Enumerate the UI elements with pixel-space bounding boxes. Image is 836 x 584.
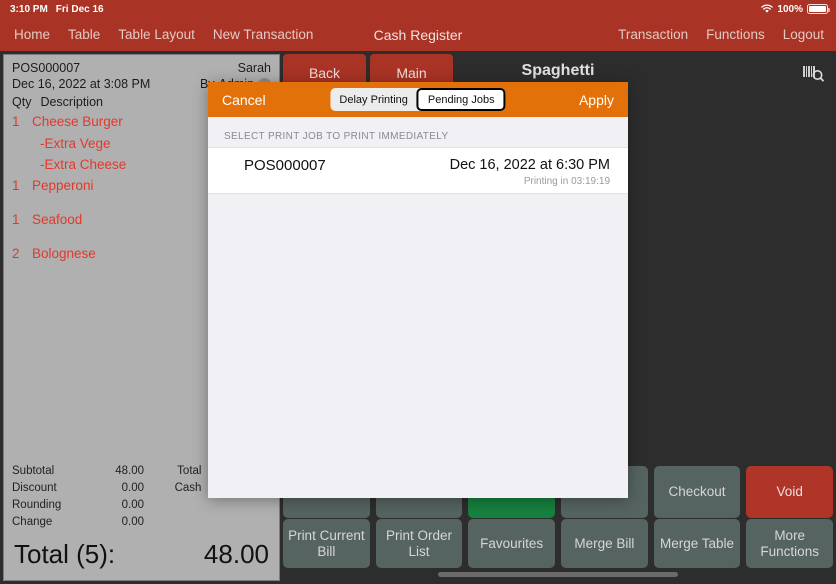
order-pos-id: POS000007 [12, 61, 81, 75]
item-qty: 1 [12, 212, 20, 227]
grand-total-value: 48.00 [203, 539, 269, 569]
modal-toolbar: Cancel Delay Printing Pending Jobs Apply [208, 82, 628, 117]
void-button[interactable]: Void [746, 466, 834, 518]
print-jobs-modal: Cancel Delay Printing Pending Jobs Apply… [208, 82, 628, 498]
item-qty: 1 [12, 178, 20, 193]
nav-table[interactable]: Table [68, 27, 100, 42]
print-order-list-button[interactable]: Print Order List [375, 519, 463, 568]
rounding-value: 0.00 [121, 499, 144, 511]
modal-empty-area [208, 194, 628, 498]
subtotal-value: 48.00 [115, 465, 144, 477]
battery-icon [807, 4, 830, 14]
cash-label: Cash [174, 482, 202, 494]
discount-value: 0.00 [121, 482, 144, 494]
status-bar-left: 3:10 PM Fri Dec 16 [10, 4, 104, 15]
segment-pending-jobs[interactable]: Pending Jobs [416, 88, 506, 111]
nav-right-group: Transaction Functions Logout [618, 27, 824, 42]
nav-table-layout[interactable]: Table Layout [118, 27, 195, 42]
order-datetime: Dec 16, 2022 at 3:08 PM [12, 77, 151, 91]
apply-button[interactable]: Apply [579, 92, 614, 108]
status-bar-right: 100% [761, 3, 830, 15]
favourites-button[interactable]: Favourites [468, 519, 556, 568]
nav-transaction[interactable]: Transaction [618, 27, 688, 42]
more-functions-button[interactable]: More Functions [746, 519, 834, 568]
app-root: 3:10 PM Fri Dec 16 100% Home Table Table… [0, 0, 836, 584]
print-job-datetime: Dec 16, 2022 at 6:30 PM [449, 157, 610, 173]
merge-table-button[interactable]: Merge Table [653, 519, 741, 568]
function-button-row-lower: Print Current Bill Print Order List Favo… [283, 519, 834, 568]
nav-left-group: Home Table Table Layout New Transaction [14, 27, 313, 42]
modal-section-header: SELECT PRINT JOB TO PRINT IMMEDIATELY [208, 117, 628, 147]
home-indicator [438, 572, 678, 577]
totals-row: Subtotal 48.00 [12, 463, 151, 480]
cancel-button[interactable]: Cancel [222, 92, 266, 108]
wifi-icon [761, 4, 774, 14]
change-value: 0.00 [121, 516, 144, 528]
totals-row: Discount 0.00 [12, 480, 151, 497]
checkout-button[interactable]: Checkout [653, 466, 741, 518]
segmented-control: Delay Printing Pending Jobs [330, 88, 506, 111]
main-navigation-bar: Home Table Table Layout New Transaction … [0, 18, 836, 51]
nav-logout[interactable]: Logout [783, 27, 824, 42]
change-label: Change [12, 516, 53, 528]
segment-delay-printing[interactable]: Delay Printing [330, 88, 416, 111]
grand-total-label: Total (5): [14, 539, 116, 569]
print-job-id: POS000007 [244, 157, 326, 174]
print-job-meta: Dec 16, 2022 at 6:30 PM Printing in 03:1… [450, 157, 610, 187]
item-qty: 2 [12, 246, 20, 261]
barcode-scan-icon[interactable] [801, 63, 825, 85]
column-header-qty: Qty [12, 95, 32, 109]
ios-status-bar: 3:10 PM Fri Dec 16 100% [0, 0, 836, 18]
discount-label: Discount [12, 482, 57, 494]
nav-new-transaction[interactable]: New Transaction [213, 27, 314, 42]
totals-row: Rounding 0.00 [12, 497, 151, 514]
status-time: 3:10 PM [10, 3, 48, 15]
totals-row: Change 0.00 [12, 514, 151, 531]
nav-home[interactable]: Home [14, 27, 50, 42]
subtotal-label: Subtotal [12, 465, 55, 477]
print-job-status: Printing in 03:19:19 [523, 176, 610, 187]
status-date: Fri Dec 16 [55, 3, 104, 15]
column-header-description: Description [40, 95, 103, 109]
merge-bill-button[interactable]: Merge Bill [561, 519, 648, 568]
battery-percent-label: 100% [777, 3, 803, 15]
print-current-bill-button[interactable]: Print Current Bill [283, 519, 370, 568]
category-title: Spaghetti [521, 62, 595, 79]
total-paid-label: Total [177, 465, 202, 477]
nav-functions[interactable]: Functions [706, 27, 765, 42]
print-job-row[interactable]: POS000007 Dec 16, 2022 at 6:30 PM Printi… [208, 147, 628, 194]
rounding-label: Rounding [12, 499, 62, 511]
totals-left-column: Subtotal 48.00 Discount 0.00 Rounding 0.… [12, 463, 151, 531]
order-customer-name: Sarah [237, 61, 271, 75]
grand-total: Total (5): 48.00 [4, 533, 279, 580]
item-qty: 1 [12, 114, 20, 129]
